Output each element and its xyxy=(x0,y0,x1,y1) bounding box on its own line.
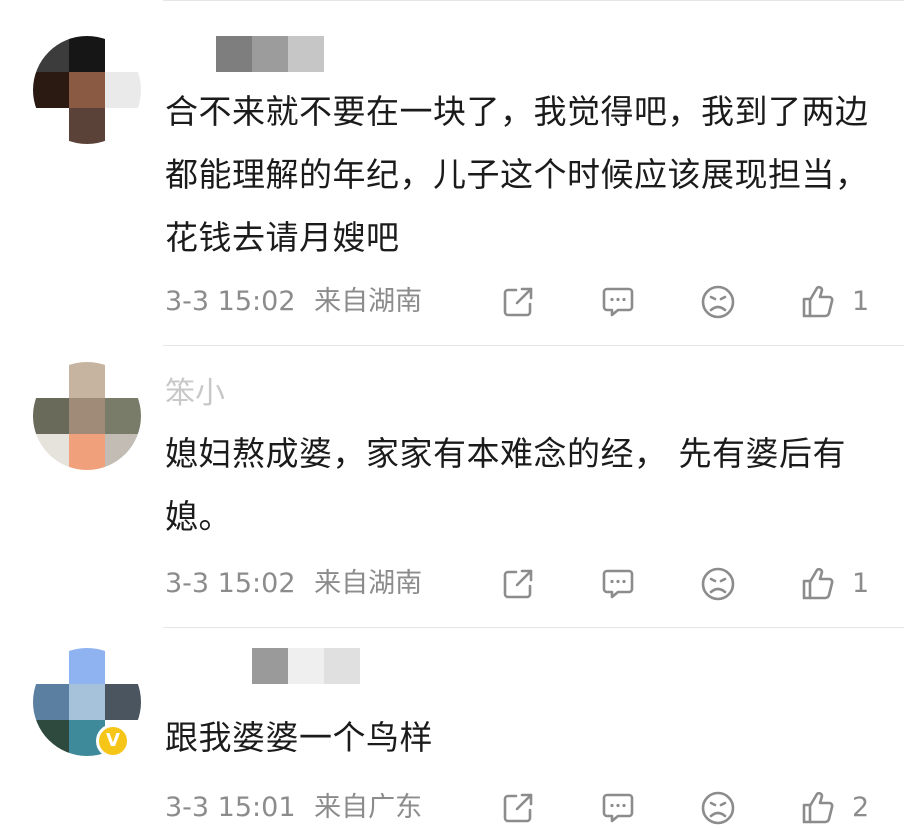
comment-location: 来自湖南 xyxy=(314,286,423,317)
share-icon[interactable] xyxy=(498,564,538,604)
comment-location: 来自湖南 xyxy=(314,568,423,599)
username-obscured[interactable] xyxy=(216,36,324,72)
like-count: 2 xyxy=(852,792,870,823)
sad-face-icon[interactable] xyxy=(698,788,738,828)
comment-meta: 3-3 15:02 来自湖南 xyxy=(165,282,422,322)
comment-time: 3-3 15:02 xyxy=(165,286,296,317)
like-count: 1 xyxy=(852,568,870,599)
avatar[interactable] xyxy=(33,362,141,470)
comment-icon[interactable] xyxy=(598,282,638,322)
thumbs-up-icon[interactable] xyxy=(798,564,838,604)
like-count: 1 xyxy=(852,286,870,317)
comment-meta: 3-3 15:01 来自广东 xyxy=(165,788,422,828)
comment-time: 3-3 15:02 xyxy=(165,568,296,599)
comment-text: 媳妇熬成婆，家家有本难念的经， 先有婆后有媳。 xyxy=(165,434,846,536)
comment-text: 跟我婆婆一个鸟样 xyxy=(165,718,433,757)
verified-badge-icon: V xyxy=(96,724,130,758)
username-obscured[interactable] xyxy=(252,648,360,684)
username-partial[interactable]: 笨小 xyxy=(165,376,225,412)
thumbs-up-icon[interactable] xyxy=(798,788,838,828)
comment-meta: 3-3 15:02 来自湖南 xyxy=(165,564,422,604)
sad-face-icon[interactable] xyxy=(698,564,738,604)
share-icon[interactable] xyxy=(498,788,538,828)
comment-location: 来自广东 xyxy=(314,792,423,823)
thumbs-up-icon[interactable] xyxy=(798,282,838,322)
avatar[interactable] xyxy=(33,36,141,144)
sad-face-icon[interactable] xyxy=(698,282,738,322)
comment-item: 笨小 媳妇熬成婆，家家有本难念的经， 先有婆后有媳。 3-3 15:02 来自湖… xyxy=(0,346,904,626)
comment-item: V 跟我婆婆一个鸟样 3-3 15:01 来自广东 2 xyxy=(0,628,904,825)
comment-item: 合不来就不要在一块了，我觉得吧，我到了两边都能理解的年纪，儿子这个时候应该展现担… xyxy=(0,0,904,345)
comment-time: 3-3 15:01 xyxy=(165,792,296,823)
comment-icon[interactable] xyxy=(598,564,638,604)
comment-text: 合不来就不要在一块了，我觉得吧，我到了两边都能理解的年纪，儿子这个时候应该展现担… xyxy=(165,92,869,257)
share-icon[interactable] xyxy=(498,282,538,322)
comment-icon[interactable] xyxy=(598,788,638,828)
